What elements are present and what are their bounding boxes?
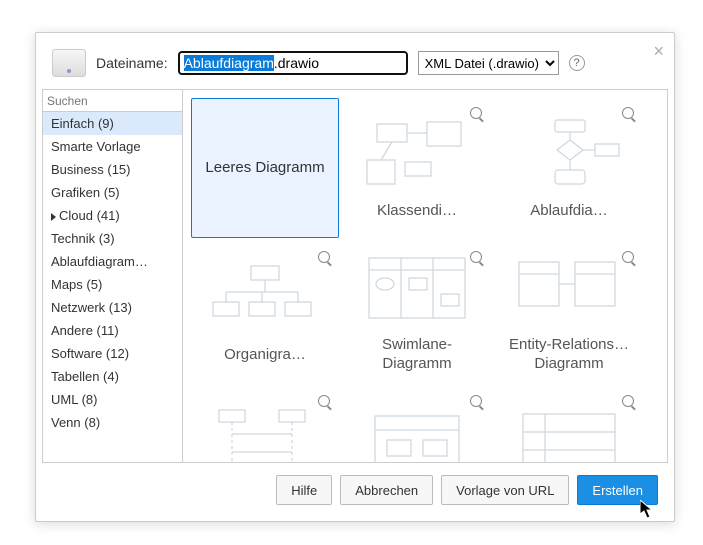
template-card[interactable]: Sequence (191, 386, 339, 463)
template-gallery: Leeres Diagramm Klassendi… Ablaufdia… Organ… (182, 89, 668, 463)
sidebar-item-label: Software (12) (51, 346, 129, 361)
format-select[interactable]: XML Datei (.drawio) (418, 51, 559, 75)
sidebar-item[interactable]: Venn (8) (43, 411, 182, 434)
footer: Hilfe Abbrechen Vorlage von URL Erstelle… (36, 463, 674, 521)
create-button[interactable]: Erstellen (577, 475, 658, 505)
sidebar-item[interactable]: Technik (3) (43, 227, 182, 250)
from-url-button[interactable]: Vorlage von URL (441, 475, 569, 505)
sidebar-item[interactable]: UML (8) (43, 388, 182, 411)
template-card[interactable]: Klassendi… (343, 98, 491, 238)
sidebar-item[interactable]: Einfach (9) (43, 112, 182, 135)
sidebar-item-label: Einfach (9) (51, 116, 114, 131)
sidebar-item[interactable]: Software (12) (43, 342, 182, 365)
new-diagram-dialog: × Dateiname: XML Datei (.drawio) ? Einfa… (35, 32, 675, 522)
sidebar-item-label: Venn (8) (51, 415, 100, 430)
sidebar-item[interactable]: Netzwerk (13) (43, 296, 182, 319)
template-card[interactable]: Ablaufdia… (495, 98, 643, 238)
template-title: Leeres Diagramm (205, 159, 324, 178)
template-thumbnail (357, 404, 477, 463)
template-thumbnail (357, 116, 477, 196)
sidebar-item-label: Andere (11) (51, 323, 119, 338)
sidebar-item-label: Maps (5) (51, 277, 102, 292)
close-icon[interactable]: × (653, 41, 664, 62)
drive-icon (52, 49, 86, 77)
template-title: Entity-Relations… Diagramm (504, 336, 634, 374)
chevron-right-icon (51, 213, 56, 221)
sidebar-item-label: Business (15) (51, 162, 130, 177)
sidebar-item-label: Smarte Vorlage (51, 139, 141, 154)
sidebar-item-label: Cloud (41) (59, 208, 120, 223)
filename-input[interactable] (178, 51, 408, 75)
sidebar-item[interactable]: Business (15) (43, 158, 182, 181)
sidebar-item-label: Tabellen (4) (51, 369, 119, 384)
template-thumbnail (205, 260, 325, 340)
help-button[interactable]: Hilfe (276, 475, 332, 505)
template-thumbnail (205, 404, 325, 463)
sidebar-item-label: Grafiken (5) (51, 185, 120, 200)
template-card[interactable]: Entity-Relations… Diagramm (495, 242, 643, 382)
cancel-button[interactable]: Abbrechen (340, 475, 433, 505)
sidebar-item[interactable]: Tabellen (4) (43, 365, 182, 388)
category-list: Einfach (9) Smarte Vorlage Business (15) Gr… (43, 112, 182, 462)
search-row (43, 90, 182, 112)
template-thumbnail (509, 116, 629, 196)
template-thumbnail (357, 250, 477, 330)
template-card[interactable]: Cross- (495, 386, 643, 463)
template-title: Klassendi… (377, 202, 457, 221)
sidebar-item[interactable]: Smarte Vorlage (43, 135, 182, 158)
template-title: Swimlane-Diagramm (352, 336, 482, 374)
sidebar-item-label: Netzwerk (13) (51, 300, 132, 315)
body: Einfach (9) Smarte Vorlage Business (15) Gr… (36, 89, 674, 463)
sidebar-item[interactable]: Andere (11) (43, 319, 182, 342)
filename-label: Dateiname: (96, 55, 168, 71)
category-sidebar: Einfach (9) Smarte Vorlage Business (15) Gr… (42, 89, 182, 463)
help-icon[interactable]: ? (569, 55, 585, 71)
sidebar-item[interactable]: Cloud (41) (43, 204, 182, 227)
sidebar-item-label: Technik (3) (51, 231, 115, 246)
template-card[interactable]: Swimlane-Diagramm (343, 242, 491, 382)
template-card[interactable]: Leeres Diagramm (191, 98, 339, 238)
template-thumbnail (509, 404, 629, 463)
template-title: Ablaufdia… (530, 202, 608, 221)
template-title: Organigra… (224, 346, 306, 365)
sidebar-item[interactable]: Ablaufdiagram… (43, 250, 182, 273)
template-card[interactable]: Simple (343, 386, 491, 463)
header: Dateiname: XML Datei (.drawio) ? (36, 33, 674, 89)
sidebar-item-label: UML (8) (51, 392, 97, 407)
sidebar-item-label: Ablaufdiagram… (51, 254, 148, 269)
search-input[interactable] (47, 94, 182, 108)
template-card[interactable]: Organigra… (191, 242, 339, 382)
template-thumbnail (509, 250, 629, 330)
sidebar-item[interactable]: Maps (5) (43, 273, 182, 296)
sidebar-item[interactable]: Grafiken (5) (43, 181, 182, 204)
